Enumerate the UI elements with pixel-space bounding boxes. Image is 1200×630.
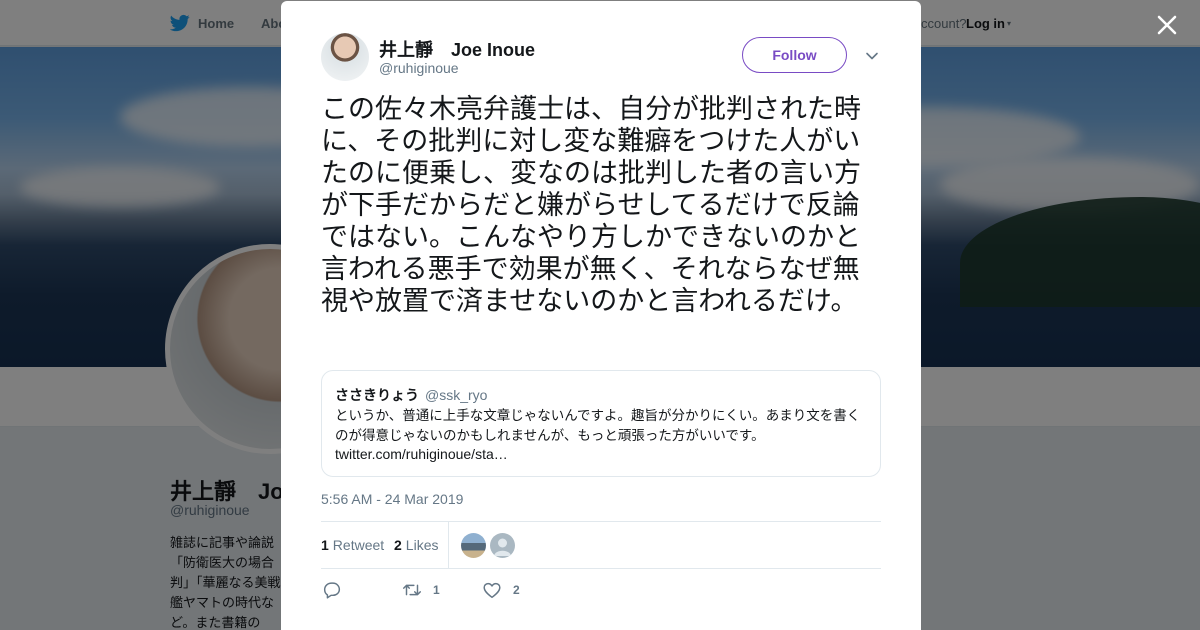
- likes-stat[interactable]: 2 Likes: [394, 537, 438, 553]
- quoted-tweet-card[interactable]: ささきりょう @ssk_ryo というか、普通に上手な文章じゃないんですよ。趣旨…: [321, 370, 881, 477]
- stats-bottom-divider: [321, 568, 881, 569]
- close-button[interactable]: [1152, 10, 1182, 40]
- follow-button[interactable]: Follow: [742, 37, 847, 73]
- retweet-stat-label: Retweet: [332, 537, 385, 553]
- retweet-stat-count: 1: [321, 537, 329, 553]
- author-handle[interactable]: @ruhiginoue: [379, 60, 459, 76]
- likes-stat-count: 2: [394, 537, 402, 553]
- quoted-author-handle: @ssk_ryo: [425, 387, 488, 403]
- quoted-tweet-link[interactable]: twitter.com/ruhiginoue/sta…: [335, 446, 508, 462]
- reply-button[interactable]: [321, 579, 343, 601]
- author-name[interactable]: 井上靜 Joe Inoue: [379, 36, 535, 62]
- reply-icon: [323, 582, 341, 599]
- quoted-author-name: ささきりょう: [335, 388, 419, 404]
- like-button[interactable]: 2: [481, 579, 520, 601]
- retweet-icon: [403, 584, 421, 596]
- tweet-text: この佐々木亮弁護士は、自分が批判された時に、その批判に対し変な難癖をつけた人がい…: [321, 94, 861, 317]
- tweet-stats: 1 Retweet 2 Likes: [321, 522, 881, 569]
- tweet-actions: 1 2: [321, 579, 881, 605]
- liker-avatar-default[interactable]: [490, 533, 515, 558]
- author-avatar[interactable]: [321, 33, 369, 81]
- close-icon: [1157, 15, 1177, 35]
- tweet-timestamp[interactable]: 5:56 AM - 24 Mar 2019: [321, 491, 463, 507]
- quoted-tweet-text: というか、普通に上手な文章じゃないんですよ。趣旨が分かりにくい。あまり文を書くの…: [335, 408, 861, 444]
- stats-separator: [448, 522, 449, 569]
- chevron-down-icon[interactable]: [864, 48, 880, 64]
- retweet-count: 1: [433, 583, 440, 597]
- tweet-modal: 井上靜 Joe Inoue @ruhiginoue Follow この佐々木亮弁…: [281, 1, 921, 630]
- heart-icon: [483, 582, 501, 599]
- like-count: 2: [513, 583, 520, 597]
- default-user-icon: [494, 538, 511, 556]
- quoted-tweet-header: ささきりょう @ssk_ryo: [335, 385, 487, 405]
- retweet-stat[interactable]: 1 Retweet: [321, 537, 384, 553]
- liker-avatar[interactable]: [461, 533, 486, 558]
- retweet-button[interactable]: 1: [401, 579, 440, 601]
- likes-stat-label: Likes: [405, 537, 439, 553]
